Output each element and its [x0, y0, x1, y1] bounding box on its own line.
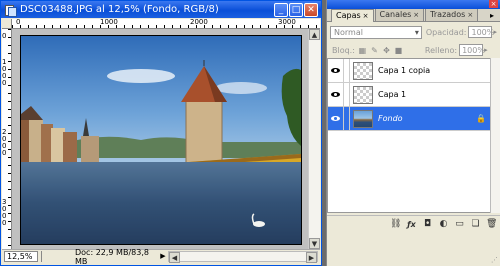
layer-thumbnail: [353, 61, 373, 80]
divider: [41, 251, 42, 262]
adjustment-layer-icon[interactable]: ◐: [438, 219, 449, 230]
scroll-down-arrow-icon[interactable]: ▼: [309, 238, 320, 249]
layers-bottom-toolbar: ⛓ ƒx ◘ ◐ ▭ ❏ 🗑: [327, 215, 500, 233]
lock-fill-row: Bloq.: ▦ ✎ ✥ ■ Relleno: 100% ▸: [327, 42, 500, 59]
tab-close-icon[interactable]: ×: [363, 12, 369, 20]
tab-label: Canales: [379, 10, 412, 19]
link-layers-icon[interactable]: ⛓: [390, 219, 401, 230]
opacity-field[interactable]: 100%: [468, 26, 494, 38]
vertical-ruler[interactable]: 0 1000 2000 3000: [2, 29, 12, 249]
fill-label: Relleno:: [424, 45, 458, 55]
document-size-info[interactable]: Doc: 22,9 MB/83,8 MB: [45, 248, 158, 266]
status-menu-arrow-icon[interactable]: ▶: [158, 251, 168, 262]
canvas-area[interactable]: [12, 29, 308, 249]
layer-link-slot[interactable]: [344, 82, 350, 107]
tab-close-icon[interactable]: ×: [467, 11, 473, 19]
ruler-label: 2000: [2, 128, 7, 157]
tab-capas[interactable]: Capas ×: [331, 9, 374, 22]
photoshop-document-icon: [4, 3, 17, 17]
lucerne-bridge-image: [21, 36, 301, 244]
vertical-scrollbar[interactable]: ▲ ▼: [308, 29, 320, 249]
ruler-label: 2000: [190, 19, 208, 26]
layer-link-slot[interactable]: [344, 106, 350, 131]
lock-image-brush-icon[interactable]: ✎: [370, 46, 379, 55]
add-mask-icon[interactable]: ◘: [422, 219, 433, 230]
layer-name: Capa 1 copia: [378, 66, 431, 75]
layers-list: Capa 1 copia Capa 1 Fondo 🔒: [327, 58, 491, 213]
ruler-label: 3000: [2, 198, 7, 227]
layer-lock-icon: 🔒: [476, 114, 486, 123]
status-bar: 12,5% Doc: 22,9 MB/83,8 MB ▶ ◀ ▶: [2, 248, 320, 266]
scroll-left-arrow-icon[interactable]: ◀: [169, 252, 180, 263]
layer-name: Capa 1: [378, 90, 407, 99]
tab-close-icon[interactable]: ×: [413, 11, 419, 19]
palette-menu-icon[interactable]: ▸: [490, 11, 494, 20]
visibility-eye-icon[interactable]: [328, 106, 344, 131]
tab-trazados[interactable]: Trazados ×: [425, 8, 479, 21]
minimize-button[interactable]: _: [274, 2, 288, 17]
ruler-label: 0: [2, 32, 7, 40]
scroll-right-arrow-icon[interactable]: ▶: [306, 252, 317, 263]
palette-close-icon[interactable]: ×: [489, 0, 498, 8]
ruler-label: 1000: [100, 19, 118, 26]
maximize-button[interactable]: □: [289, 2, 303, 17]
palette-titlebar[interactable]: ×: [327, 0, 500, 9]
tab-label: Capas: [336, 11, 361, 20]
lock-label: Bloq.:: [332, 45, 355, 55]
tab-label: Trazados: [430, 10, 466, 19]
layer-row-selected[interactable]: Fondo 🔒: [328, 106, 490, 131]
layers-palette: × Capas× Canales× Trazados× ▸ Normal Opa…: [326, 0, 500, 266]
visibility-eye-icon[interactable]: [328, 58, 344, 83]
layer-name: Fondo: [378, 114, 403, 123]
new-layer-icon[interactable]: ❏: [470, 219, 481, 230]
layer-style-fx-icon[interactable]: ƒx: [406, 219, 417, 230]
document-photo[interactable]: [20, 35, 302, 245]
lock-position-move-icon[interactable]: ✥: [382, 46, 391, 55]
visibility-eye-icon[interactable]: [328, 82, 344, 107]
close-button[interactable]: ✕: [304, 2, 318, 17]
new-group-folder-icon[interactable]: ▭: [454, 219, 465, 230]
horizontal-ruler[interactable]: 0 1000 2000 3000: [12, 19, 320, 29]
layer-thumbnail: [353, 109, 373, 128]
zoom-level-field[interactable]: 12,5%: [4, 251, 38, 262]
blend-mode-select[interactable]: Normal: [330, 25, 422, 39]
fill-field[interactable]: 100%: [459, 44, 485, 56]
tab-canales[interactable]: Canales ×: [374, 8, 425, 21]
layers-scrollbar[interactable]: [490, 58, 500, 213]
layer-thumbnail: [353, 85, 373, 104]
document-titlebar[interactable]: DSC03488.JPG al 12,5% (Fondo, RGB/8) _ □…: [1, 1, 321, 18]
layer-row[interactable]: Capa 1 copia: [328, 58, 490, 83]
lock-all-icon[interactable]: ■: [394, 46, 403, 55]
layer-link-slot[interactable]: [344, 58, 350, 83]
palette-tabs: Capas × Canales × Trazados ×: [327, 8, 500, 22]
scroll-up-arrow-icon[interactable]: ▲: [309, 29, 320, 40]
resize-grip-icon[interactable]: ⋰: [491, 256, 498, 264]
ruler-label: 0: [16, 19, 21, 26]
lock-transparency-icon[interactable]: ▦: [358, 46, 367, 55]
document-title: DSC03488.JPG al 12,5% (Fondo, RGB/8): [20, 4, 219, 15]
opacity-label: Opacidad:: [425, 27, 467, 37]
ruler-origin[interactable]: [2, 19, 12, 29]
blend-opacity-row: Normal Opacidad: 100% ▸: [327, 22, 500, 42]
trash-icon[interactable]: 🗑: [486, 219, 497, 230]
ruler-label: 1000: [2, 58, 7, 87]
layer-row[interactable]: Capa 1: [328, 82, 490, 107]
ruler-label: 3000: [278, 19, 296, 26]
document-window: DSC03488.JPG al 12,5% (Fondo, RGB/8) _ □…: [0, 0, 322, 266]
horizontal-scrollbar[interactable]: ◀ ▶: [168, 251, 318, 263]
